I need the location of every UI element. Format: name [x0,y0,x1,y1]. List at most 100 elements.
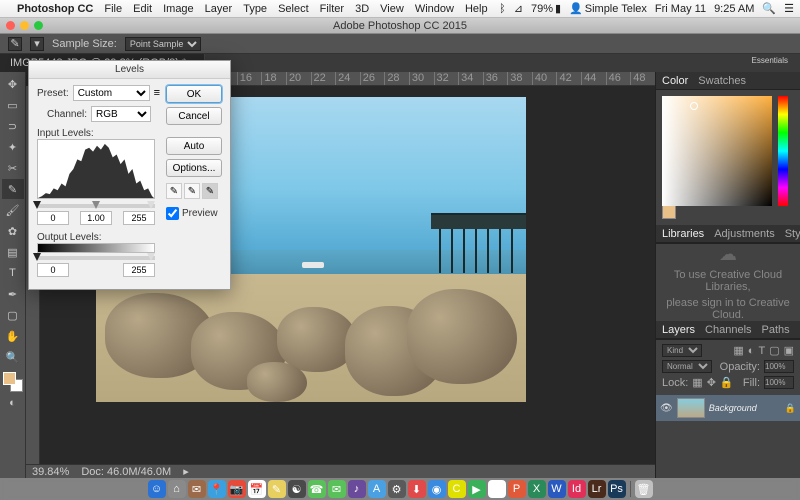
type-tool[interactable]: T [2,263,24,283]
window-traffic-lights[interactable] [6,21,43,30]
tab-paths[interactable]: Paths [762,324,790,336]
notification-icon[interactable]: ☰ [784,2,794,15]
eyedropper-gray-icon[interactable]: ✎ [184,183,200,199]
shape-tool[interactable]: ▢ [2,305,24,325]
dock-app-icon[interactable]: P [508,480,526,498]
menu-filter[interactable]: Filter [320,3,344,15]
visibility-icon[interactable]: 👁 [660,403,673,414]
dock-app-icon[interactable]: ✉ [188,480,206,498]
fill-input[interactable] [764,376,794,389]
eyedropper-white-icon[interactable]: ✎ [202,183,218,199]
dock-app-icon[interactable]: ▶ [468,480,486,498]
filter-smart-icon[interactable]: ▣ [784,344,794,357]
pen-tool[interactable]: ✒ [2,284,24,304]
cancel-button[interactable]: Cancel [166,107,222,125]
battery-status[interactable]: 79% ▮ [531,2,561,15]
dock-app-icon[interactable]: ⬇ [408,480,426,498]
doc-size[interactable]: Doc: 46.0M/46.0M [81,466,171,478]
ok-button[interactable]: OK [166,85,222,103]
menu-edit[interactable]: Edit [133,3,152,15]
input-white-field[interactable] [123,211,155,225]
menu-select[interactable]: Select [278,3,309,15]
dock-app-icon[interactable]: 📷 [228,480,246,498]
tab-styles[interactable]: Styles [785,228,800,240]
bluetooth-icon[interactable]: ᛒ [499,3,506,15]
workspace-switcher[interactable]: Essentials [744,54,796,67]
input-slider[interactable] [37,201,155,211]
move-tool[interactable]: ✥ [2,74,24,94]
dock-app-icon[interactable]: ☁ [488,480,506,498]
layer-row[interactable]: 👁 Background 🔒 [656,395,800,421]
channel-select[interactable]: RGB [91,106,151,122]
tab-channels[interactable]: Channels [705,324,751,336]
dock-app-icon[interactable]: ☺ [148,480,166,498]
quickmask-tool[interactable]: ◐ [2,393,24,413]
menu-window[interactable]: Window [415,3,454,15]
menu-file[interactable]: File [104,3,122,15]
zoom-level[interactable]: 39.84% [32,466,69,478]
dock-app-icon[interactable]: Id [568,480,586,498]
hue-slider[interactable] [778,96,788,206]
dock-app-icon[interactable]: W [548,480,566,498]
layer-thumbnail[interactable] [677,398,705,418]
dock-app-icon[interactable]: C [448,480,466,498]
preset-select[interactable]: Custom [73,85,150,101]
color-picker-field[interactable] [662,96,772,206]
tab-color[interactable]: Color [662,75,688,87]
output-black-field[interactable] [37,263,69,277]
dock-app-icon[interactable]: ✉ [328,480,346,498]
color-swatches[interactable] [3,372,23,392]
crop-tool[interactable]: ✂ [2,158,24,178]
menu-help[interactable]: Help [465,3,488,15]
menubar-date[interactable]: Fri May 11 [655,3,706,15]
layer-kind-select[interactable]: Kind [662,344,702,357]
dock-app-icon[interactable]: Lr [588,480,606,498]
dock-app-icon[interactable]: 📍 [208,480,226,498]
auto-button[interactable]: Auto [166,137,222,155]
tab-swatches[interactable]: Swatches [698,75,746,87]
status-menu-icon[interactable]: ▸ [183,465,189,478]
tool-icon[interactable]: ✎ [8,37,22,51]
foreground-swatch[interactable] [662,205,676,219]
spotlight-icon[interactable]: 🔍 [762,2,776,15]
eyedropper-black-icon[interactable]: ✎ [166,183,182,199]
menu-view[interactable]: View [380,3,404,15]
opacity-input[interactable] [764,360,794,373]
marquee-tool[interactable]: ▭ [2,95,24,115]
eyedropper-tool[interactable]: ✎ [2,179,24,199]
filter-pixel-icon[interactable]: ▦ [733,344,743,357]
output-slider[interactable] [37,253,155,263]
filter-type-icon[interactable]: T [758,345,765,357]
tab-adjustments[interactable]: Adjustments [714,228,775,240]
lasso-tool[interactable]: ⊃ [2,116,24,136]
blend-mode-select[interactable]: Normal [662,360,712,373]
options-button[interactable]: Options... [166,159,222,177]
dock-app-icon[interactable]: 📅 [248,480,266,498]
tab-libraries[interactable]: Libraries [662,228,704,240]
lock-all-icon[interactable]: 🔒 [720,376,734,389]
zoom-tool[interactable]: 🔍 [2,347,24,367]
histogram[interactable] [37,139,155,199]
brush-tool[interactable]: 🖌 [2,200,24,220]
input-gamma-field[interactable] [80,211,112,225]
preview-checkbox[interactable] [166,207,179,220]
dock-app-icon[interactable]: Ps [608,480,626,498]
hand-tool[interactable]: ✋ [2,326,24,346]
output-gradient[interactable] [37,243,155,253]
dock-app-icon[interactable]: ◉ [428,480,446,498]
lock-position-icon[interactable]: ✥ [707,376,716,389]
tab-layers[interactable]: Layers [662,324,695,336]
dock-app-icon[interactable]: ☎ [308,480,326,498]
dock-app-icon[interactable]: ⌂ [168,480,186,498]
dock-app-icon[interactable]: A [368,480,386,498]
menu-3d[interactable]: 3D [355,3,369,15]
dock-app-icon[interactable]: ☯ [288,480,306,498]
user-icon[interactable]: 👤 Simple Telex [569,2,647,15]
tool-preset-icon[interactable]: ▾ [30,37,44,51]
app-name[interactable]: Photoshop CC [17,3,93,15]
input-black-field[interactable] [37,211,69,225]
clone-tool[interactable]: ✿ [2,221,24,241]
wand-tool[interactable]: ✦ [2,137,24,157]
dock-app-icon[interactable]: ✎ [268,480,286,498]
menu-layer[interactable]: Layer [205,3,233,15]
